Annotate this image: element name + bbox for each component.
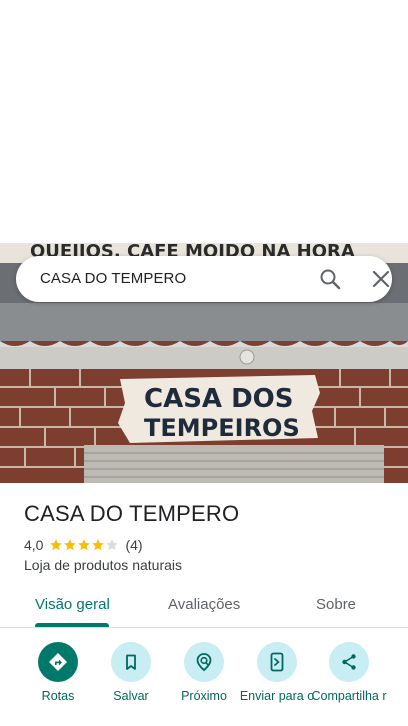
star-filled-icon bbox=[92, 539, 105, 551]
nearby-label: Próximo bbox=[181, 689, 227, 703]
search-query[interactable]: CASA DO TEMPERO bbox=[40, 270, 186, 287]
share-icon bbox=[329, 642, 369, 682]
tab-reviews[interactable]: Avaliações bbox=[168, 596, 240, 613]
nearby-icon bbox=[184, 642, 224, 682]
place-category: Loja de produtos naturais bbox=[24, 557, 182, 573]
sign-line-2: TEMPEIROS bbox=[144, 414, 300, 442]
share-label: Compartilha r bbox=[311, 689, 387, 703]
save-label: Salvar bbox=[113, 689, 149, 703]
send-to-phone-button[interactable]: Enviar para o bbox=[237, 642, 317, 703]
tab-bar: Visão geral Avaliações Sobre bbox=[0, 586, 408, 628]
rating-row[interactable]: 4,0 (4) bbox=[24, 536, 143, 554]
star-filled-icon bbox=[64, 539, 77, 551]
star-filled-icon bbox=[78, 539, 91, 551]
sign-line-1: CASA DOS bbox=[144, 384, 294, 414]
star-filled-icon bbox=[50, 539, 63, 551]
bookmark-icon bbox=[111, 642, 151, 682]
review-count: (4) bbox=[125, 537, 143, 553]
rating-value: 4,0 bbox=[24, 537, 44, 553]
search-icon[interactable] bbox=[318, 267, 342, 291]
send-to-phone-label: Enviar para o bbox=[239, 689, 315, 703]
star-rating bbox=[49, 538, 119, 552]
star-empty-icon bbox=[106, 539, 119, 551]
close-icon[interactable] bbox=[369, 267, 393, 291]
share-button[interactable]: Compartilha r bbox=[309, 642, 389, 703]
send-to-phone-icon bbox=[257, 642, 297, 682]
directions-icon bbox=[38, 642, 78, 682]
save-button[interactable]: Salvar bbox=[91, 642, 171, 703]
tabs-divider bbox=[0, 627, 408, 628]
search-bar[interactable]: CASA DO TEMPERO bbox=[16, 256, 392, 302]
place-title: CASA DO TEMPERO bbox=[24, 501, 240, 526]
tab-about[interactable]: Sobre bbox=[316, 596, 356, 613]
nearby-button[interactable]: Próximo bbox=[164, 642, 244, 703]
directions-button[interactable]: Rotas bbox=[18, 642, 98, 703]
tab-overview[interactable]: Visão geral bbox=[35, 596, 110, 613]
directions-label: Rotas bbox=[41, 689, 75, 703]
